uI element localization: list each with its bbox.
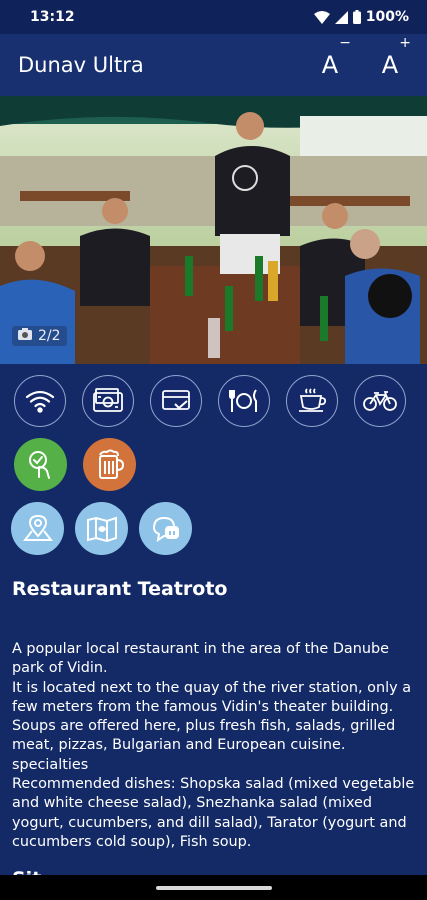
touch-check-icon[interactable] bbox=[14, 438, 67, 491]
battery-icon bbox=[352, 10, 361, 24]
restaurant-description: A popular local restaurant in the area o… bbox=[12, 641, 415, 850]
increase-font-button[interactable]: A + bbox=[371, 36, 411, 84]
chat-icon[interactable] bbox=[139, 502, 192, 555]
app-title: Dunav Ultra bbox=[18, 53, 144, 77]
status-bar: 13:12 100% bbox=[0, 0, 427, 34]
decrease-font-button[interactable]: A − bbox=[311, 36, 351, 84]
increase-font-letter: A bbox=[381, 51, 399, 79]
restaurant-photo[interactable]: 2/2 bbox=[0, 96, 427, 364]
cash-icon[interactable] bbox=[82, 375, 134, 427]
wifi-signal-icon bbox=[313, 10, 330, 24]
map-icon[interactable] bbox=[75, 502, 128, 555]
actions-row bbox=[0, 502, 427, 555]
restaurant-icon[interactable] bbox=[218, 375, 270, 427]
coffee-icon[interactable] bbox=[286, 375, 338, 427]
camera-icon bbox=[18, 328, 32, 344]
map-pin-icon[interactable] bbox=[11, 502, 64, 555]
features-row bbox=[0, 438, 427, 491]
restaurant-name: Restaurant Teatroto bbox=[12, 578, 228, 600]
home-gesture-handle[interactable] bbox=[156, 886, 272, 890]
beer-mug-icon[interactable] bbox=[83, 438, 136, 491]
status-time: 13:12 bbox=[30, 9, 75, 25]
card-payment-icon[interactable] bbox=[150, 375, 202, 427]
decrease-font-sign: − bbox=[339, 35, 351, 51]
app-bar: Dunav Ultra A − A + bbox=[0, 34, 427, 96]
decrease-font-letter: A bbox=[321, 51, 339, 79]
photo-counter-text: 2/2 bbox=[38, 328, 61, 344]
photo-illustration bbox=[0, 96, 427, 364]
cell-signal-icon bbox=[334, 10, 348, 24]
photo-counter: 2/2 bbox=[12, 326, 67, 346]
status-icons: 100% bbox=[313, 9, 409, 25]
battery-percent: 100% bbox=[365, 9, 409, 25]
wifi-icon[interactable] bbox=[14, 375, 66, 427]
system-nav-bar bbox=[0, 875, 427, 900]
increase-font-sign: + bbox=[399, 35, 411, 51]
bicycle-icon[interactable] bbox=[354, 375, 406, 427]
amenities-row bbox=[0, 375, 427, 427]
